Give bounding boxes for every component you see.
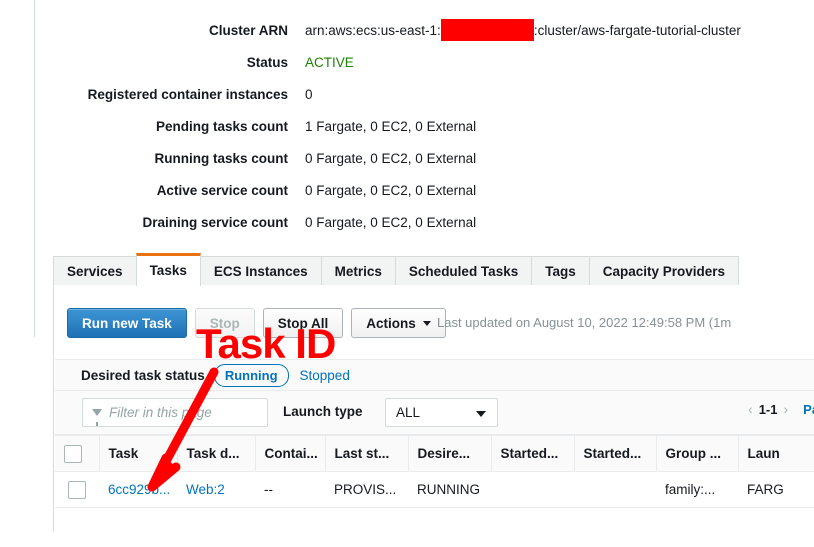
- tab-scheduled-tasks[interactable]: Scheduled Tasks: [394, 256, 533, 285]
- tab-strip: Services Tasks ECS Instances Metrics Sch…: [53, 253, 814, 286]
- detail-value-pending-tasks-count: 1 Fargate, 0 EC2, 0 External: [305, 118, 477, 134]
- row-select-cell: [55, 471, 99, 508]
- cell-desired-status: RUNNING: [408, 471, 491, 508]
- column-header-container-instance[interactable]: Contai...: [255, 435, 326, 472]
- stop-button[interactable]: Stop: [194, 308, 255, 338]
- column-header-group[interactable]: Group ...: [656, 435, 739, 472]
- cell-last-status: PROVIS...: [325, 471, 408, 508]
- status-badge: ACTIVE: [305, 54, 354, 70]
- chevron-down-icon: [476, 411, 486, 417]
- tab-metrics[interactable]: Metrics: [320, 256, 396, 285]
- row-checkbox[interactable]: [68, 480, 86, 499]
- cell-group: family:...: [656, 471, 738, 508]
- detail-row-registered-container-instances: Registered container instances 0: [35, 78, 814, 110]
- cluster-details-list: Cluster ARN arn:aws:ecs:us-east-1: :clust…: [35, 0, 814, 240]
- detail-value-running-tasks-count: 0 Fargate, 0 EC2, 0 External: [305, 150, 477, 166]
- tabs-region: Services Tasks ECS Instances Metrics Sch…: [53, 253, 814, 286]
- pagination-page-size-label[interactable]: Pag: [803, 402, 814, 417]
- table-header-row: Task Task d... Contai... Last st... Desi…: [55, 435, 814, 472]
- column-header-launch-type[interactable]: Laun: [738, 435, 814, 472]
- pagination-next-icon[interactable]: ›: [777, 401, 794, 417]
- filter-input[interactable]: Filter in this page: [82, 398, 268, 427]
- column-header-task-definition[interactable]: Task d...: [177, 435, 256, 472]
- tab-capacity-providers[interactable]: Capacity Providers: [588, 256, 740, 285]
- detail-label-pending-tasks-count: Pending tasks count: [155, 118, 288, 134]
- tab-tags[interactable]: Tags: [531, 256, 590, 285]
- desired-task-status-label: Desired task status: [81, 367, 205, 383]
- cell-task-id[interactable]: 6cc929b...: [99, 471, 177, 508]
- launch-type-label: Launch type: [283, 404, 363, 419]
- cell-started-at: [574, 471, 656, 508]
- detail-value-draining-service-count: 0 Fargate, 0 EC2, 0 External: [305, 214, 477, 230]
- column-header-last-status[interactable]: Last st...: [325, 435, 409, 472]
- detail-label-cluster-arn: Cluster ARN: [208, 22, 288, 38]
- pagination-prev-icon[interactable]: ‹: [742, 401, 759, 417]
- cell-container-instance: --: [255, 471, 325, 508]
- detail-label-draining-service-count: Draining service count: [142, 214, 288, 230]
- cell-launch-type: FARG: [738, 471, 814, 508]
- filter-input-placeholder: Filter in this page: [109, 405, 212, 420]
- detail-value-active-service-count: 0 Fargate, 0 EC2, 0 External: [305, 182, 477, 198]
- detail-label-registered-container-instances: Registered container instances: [87, 86, 288, 102]
- chevron-down-icon: [422, 320, 431, 326]
- cluster-arn-prefix: arn:aws:ecs:us-east-1:: [305, 22, 441, 38]
- column-header-task[interactable]: Task: [99, 435, 178, 472]
- select-all-checkbox[interactable]: [64, 444, 82, 463]
- pagination-range: 1-1: [758, 401, 778, 417]
- redaction-block: [440, 19, 534, 41]
- launch-type-value: ALL: [396, 405, 421, 420]
- launch-type-select[interactable]: ALL: [385, 398, 498, 427]
- actions-button-label: Actions: [366, 315, 416, 331]
- detail-label-status: Status: [246, 54, 288, 70]
- detail-row-draining-service-count: Draining service count 0 Fargate, 0 EC2,…: [35, 206, 814, 238]
- tab-services[interactable]: Services: [53, 256, 137, 285]
- tasks-table: Task Task d... Contai... Last st... Desi…: [55, 435, 814, 508]
- detail-label-running-tasks-count: Running tasks count: [154, 150, 288, 166]
- tasks-panel: Run new Task Stop Stop All Actions Last …: [53, 285, 814, 532]
- status-filter-stopped[interactable]: Stopped: [300, 368, 350, 383]
- last-updated-text: Last updated on August 10, 2022 12:49:58…: [437, 315, 732, 330]
- table-filter-bar: Filter in this page Launch type ALL ‹ 1-…: [55, 391, 814, 435]
- detail-value-registered-container-instances: 0: [305, 86, 313, 102]
- detail-row-status: Status ACTIVE: [35, 46, 814, 78]
- actions-button[interactable]: Actions: [351, 308, 446, 338]
- detail-row-active-service-count: Active service count 0 Fargate, 0 EC2, 0…: [35, 174, 814, 206]
- pagination: ‹ 1-1 › Pag: [742, 401, 814, 417]
- filter-funnel-icon: [92, 409, 102, 426]
- detail-value-cluster-arn: arn:aws:ecs:us-east-1: :cluster/aws-farga…: [305, 19, 741, 41]
- tab-tasks[interactable]: Tasks: [135, 253, 201, 286]
- detail-label-active-service-count: Active service count: [156, 182, 288, 198]
- detail-row-pending-tasks-count: Pending tasks count 1 Fargate, 0 EC2, 0 …: [35, 110, 814, 142]
- cell-started-by: [491, 471, 574, 508]
- tab-ecs-instances[interactable]: ECS Instances: [199, 256, 322, 285]
- stop-all-button[interactable]: Stop All: [262, 308, 344, 338]
- column-header-started-at[interactable]: Started...: [574, 435, 657, 472]
- select-all-header: [55, 435, 100, 472]
- detail-row-running-tasks-count: Running tasks count 0 Fargate, 0 EC2, 0 …: [35, 142, 814, 174]
- run-new-task-button[interactable]: Run new Task: [67, 308, 187, 338]
- column-header-started-by[interactable]: Started...: [491, 435, 575, 472]
- desired-task-status-bar: Desired task status Running Stopped: [55, 359, 814, 391]
- column-header-desired-status[interactable]: Desire...: [408, 435, 492, 472]
- tasks-toolbar: Run new Task Stop Stop All Actions: [67, 308, 446, 338]
- status-filter-running[interactable]: Running: [213, 363, 289, 387]
- table-row[interactable]: 6cc929b... Web:2 -- PROVIS... RUNNING fa…: [55, 471, 814, 508]
- detail-row-cluster-arn: Cluster ARN arn:aws:ecs:us-east-1: :clust…: [35, 14, 814, 46]
- cluster-arn-suffix: :cluster/aws-fargate-tutorial-cluster: [533, 22, 741, 38]
- cell-task-definition[interactable]: Web:2: [177, 471, 255, 508]
